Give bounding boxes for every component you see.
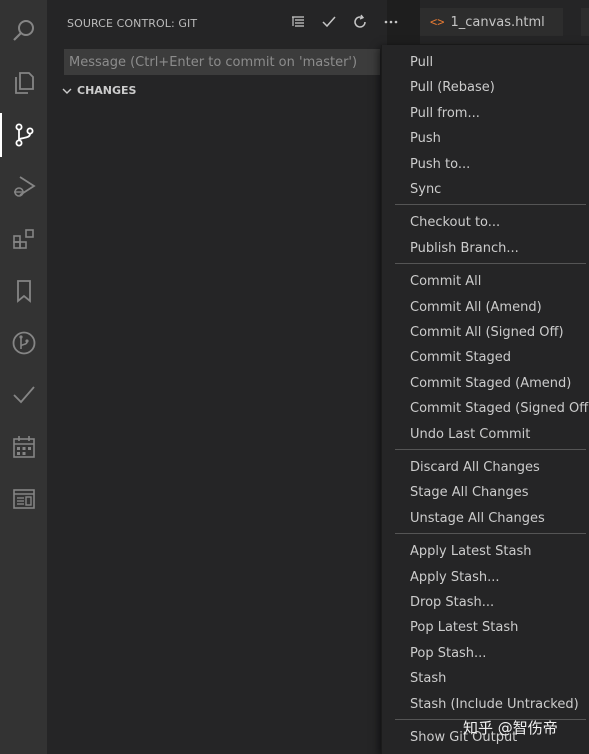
- menu-item-pull-from[interactable]: Pull from...: [382, 101, 589, 126]
- menu-item-commit-staged-signed-off[interactable]: Commit Staged (Signed Off): [382, 396, 589, 421]
- panel-title-actions: [287, 11, 402, 33]
- editor-tab-bar: <> 1_canvas.html <>: [420, 0, 589, 44]
- menu-item-commit-all-amend[interactable]: Commit All (Amend): [382, 295, 589, 320]
- changes-label: CHANGES: [77, 84, 137, 97]
- more-actions-icon[interactable]: [380, 11, 402, 33]
- menu-item-commit-staged[interactable]: Commit Staged: [382, 345, 589, 370]
- menu-separator: [395, 204, 586, 206]
- menu-item-undo-last-commit[interactable]: Undo Last Commit: [382, 422, 589, 447]
- menu-item-discard-all-changes[interactable]: Discard All Changes: [382, 455, 589, 480]
- extensions-icon[interactable]: [0, 217, 47, 261]
- menu-item-pull[interactable]: Pull: [382, 50, 589, 75]
- menu-item-commit-all-signed-off[interactable]: Commit All (Signed Off): [382, 320, 589, 345]
- menu-separator: [395, 533, 586, 535]
- menu-separator: [395, 449, 586, 450]
- menu-item-commit-staged-amend[interactable]: Commit Staged (Amend): [382, 371, 589, 396]
- menu-item-stash[interactable]: Stash: [382, 666, 589, 691]
- files-icon[interactable]: [0, 61, 47, 105]
- menu-item-apply-stash[interactable]: Apply Stash...: [382, 565, 589, 590]
- menu-item-stage-all-changes[interactable]: Stage All Changes: [382, 480, 589, 505]
- bookmark-icon[interactable]: [0, 269, 47, 313]
- source-control-panel: SOURCE CONTROL: GIT CHANGES: [47, 0, 398, 754]
- tab-label: 1_canvas.html: [450, 14, 545, 30]
- explorer-search-icon[interactable]: [0, 9, 47, 53]
- run-debug-icon[interactable]: [0, 165, 47, 209]
- menu-item-pull-rebase[interactable]: Pull (Rebase): [382, 75, 589, 100]
- menu-item-apply-latest-stash[interactable]: Apply Latest Stash: [382, 539, 589, 564]
- view-as-tree-icon[interactable]: [287, 11, 309, 33]
- menu-item-push-to[interactable]: Push to...: [382, 152, 589, 177]
- menu-separator: [395, 263, 586, 265]
- tab-separator: [563, 8, 581, 36]
- menu-item-unstage-all-changes[interactable]: Unstage All Changes: [382, 506, 589, 531]
- watermark-text: 知乎 @智伤帝: [463, 719, 558, 737]
- html-icon: <>: [430, 15, 445, 29]
- tab-second-html[interactable]: <>: [581, 8, 589, 36]
- menu-item-commit-all[interactable]: Commit All: [382, 269, 589, 294]
- menu-item-checkout-to[interactable]: Checkout to...: [382, 210, 589, 235]
- menu-item-pop-stash[interactable]: Pop Stash...: [382, 641, 589, 666]
- commit-check-icon[interactable]: [318, 11, 340, 33]
- checkmark-icon[interactable]: [0, 373, 47, 417]
- more-actions-menu: Pull Pull (Rebase) Pull from... Push Push to…: [381, 45, 589, 754]
- vscode-window: SOURCE CONTROL: GIT CHANGES <> 1_canvas.…: [0, 0, 589, 754]
- source-control-icon[interactable]: [0, 113, 47, 157]
- git-graph-icon[interactable]: [0, 321, 47, 365]
- menu-item-push[interactable]: Push: [382, 126, 589, 151]
- tab-1-canvas-html[interactable]: <> 1_canvas.html: [420, 8, 563, 36]
- chevron-down-icon: [62, 88, 72, 94]
- activity-bar: [0, 0, 47, 754]
- commit-message-input[interactable]: [64, 49, 380, 75]
- menu-item-sync[interactable]: Sync: [382, 177, 589, 202]
- menu-item-pop-latest-stash[interactable]: Pop Latest Stash: [382, 615, 589, 640]
- changes-section-header[interactable]: CHANGES: [61, 84, 136, 97]
- preview-window-icon[interactable]: [0, 477, 47, 521]
- panel-title: SOURCE CONTROL: GIT: [67, 17, 198, 30]
- menu-item-publish-branch[interactable]: Publish Branch...: [382, 236, 589, 261]
- refresh-icon[interactable]: [349, 11, 371, 33]
- calendar-icon[interactable]: [0, 425, 47, 469]
- menu-item-drop-stash[interactable]: Drop Stash...: [382, 590, 589, 615]
- menu-item-stash-include-untracked[interactable]: Stash (Include Untracked): [382, 692, 589, 717]
